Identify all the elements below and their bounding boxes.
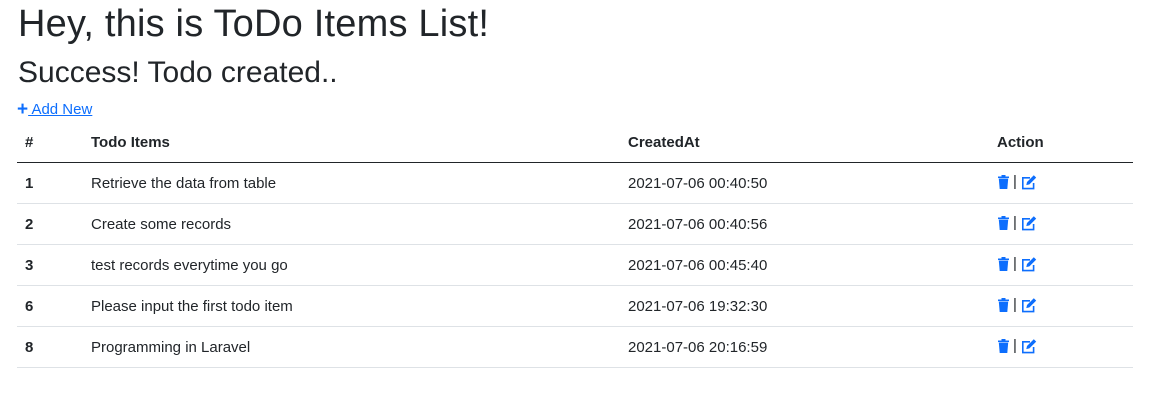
- row-todo-item: Programming in Laravel: [83, 326, 620, 368]
- add-new-label: Add New: [28, 101, 93, 118]
- edit-icon[interactable]: [1020, 215, 1038, 231]
- trash-icon[interactable]: [997, 338, 1010, 354]
- row-id: 2: [17, 203, 83, 245]
- add-new-link[interactable]: + Add New: [17, 100, 92, 120]
- trash-icon[interactable]: [997, 256, 1010, 272]
- success-message: Success! Todo created..: [18, 56, 338, 89]
- row-actions: |: [989, 203, 1133, 245]
- plus-icon: +: [17, 99, 29, 120]
- row-created-at: 2021-07-06 19:32:30: [620, 285, 989, 327]
- row-todo-item: Please input the first todo item: [83, 285, 620, 327]
- row-todo-item: Retrieve the data from table: [83, 162, 620, 204]
- row-todo-item: test records everytime you go: [83, 244, 620, 286]
- row-todo-item: Create some records: [83, 203, 620, 245]
- edit-icon[interactable]: [1020, 297, 1038, 313]
- trash-icon[interactable]: [997, 297, 1010, 313]
- row-actions: |: [989, 326, 1133, 368]
- table-row: 2 Create some records 2021-07-06 00:40:56 |: [17, 203, 1133, 245]
- action-group: |: [997, 173, 1038, 191]
- table-row: 8 Programming in Laravel 2021-07-06 20:16:…: [17, 326, 1133, 368]
- row-id: 6: [17, 285, 83, 327]
- action-separator: |: [1013, 213, 1017, 231]
- header-created-at: CreatedAt: [620, 122, 989, 163]
- row-actions: |: [989, 162, 1133, 204]
- action-separator: |: [1013, 295, 1017, 313]
- row-created-at: 2021-07-06 20:16:59: [620, 326, 989, 368]
- action-group: |: [997, 296, 1038, 314]
- edit-icon[interactable]: [1020, 174, 1038, 190]
- row-id: 8: [17, 326, 83, 368]
- row-created-at: 2021-07-06 00:40:50: [620, 162, 989, 204]
- action-separator: |: [1013, 254, 1017, 272]
- row-actions: |: [989, 244, 1133, 286]
- table-row: 1 Retrieve the data from table 2021-07-06 …: [17, 162, 1133, 204]
- trash-icon[interactable]: [997, 215, 1010, 231]
- action-separator: |: [1013, 172, 1017, 190]
- action-group: |: [997, 255, 1038, 273]
- row-actions: |: [989, 285, 1133, 327]
- action-separator: |: [1013, 336, 1017, 354]
- edit-icon[interactable]: [1020, 338, 1038, 354]
- row-id: 3: [17, 244, 83, 286]
- header-action: Action: [989, 122, 1133, 163]
- action-group: |: [997, 214, 1038, 232]
- trash-icon[interactable]: [997, 174, 1010, 190]
- table-header-row: # Todo Items CreatedAt Action: [17, 122, 1133, 163]
- row-created-at: 2021-07-06 00:40:56: [620, 203, 989, 245]
- action-group: |: [997, 337, 1038, 355]
- table-row: 3 test records everytime you go 2021-07-06…: [17, 244, 1133, 286]
- table-row: 6 Please input the first todo item 2021-07…: [17, 285, 1133, 327]
- header-todo-items: Todo Items: [83, 122, 620, 163]
- row-created-at: 2021-07-06 00:45:40: [620, 244, 989, 286]
- edit-icon[interactable]: [1020, 256, 1038, 272]
- todo-table: # Todo Items CreatedAt Action 1 Retrieve …: [17, 122, 1133, 368]
- page-title: Hey, this is ToDo Items List!: [18, 3, 490, 45]
- row-id: 1: [17, 162, 83, 204]
- header-id: #: [17, 122, 83, 163]
